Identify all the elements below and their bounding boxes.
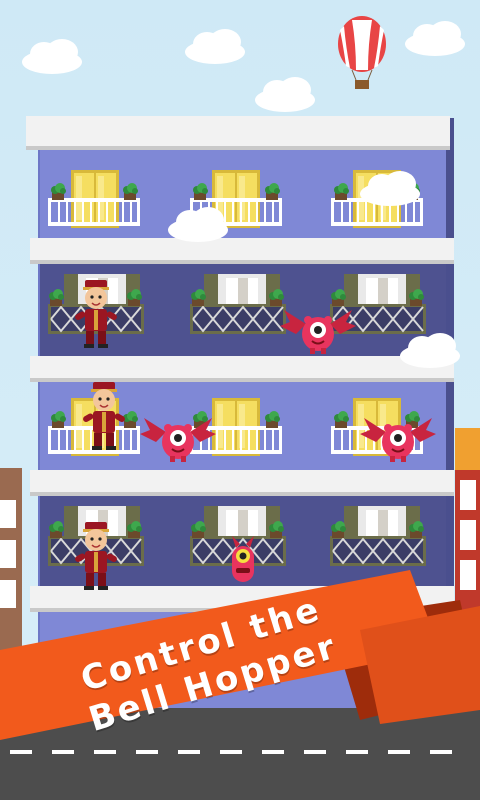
game-world [0,16,480,800]
cloud-sprite [255,77,315,112]
game-scene[interactable]: Control the Bell Hopper [0,0,480,800]
cloud-sprite [405,21,465,56]
cloud-sprite [185,29,245,64]
hot-air-balloon [338,16,386,89]
cloud-sprite [22,39,82,74]
roof-ledge [26,116,450,150]
